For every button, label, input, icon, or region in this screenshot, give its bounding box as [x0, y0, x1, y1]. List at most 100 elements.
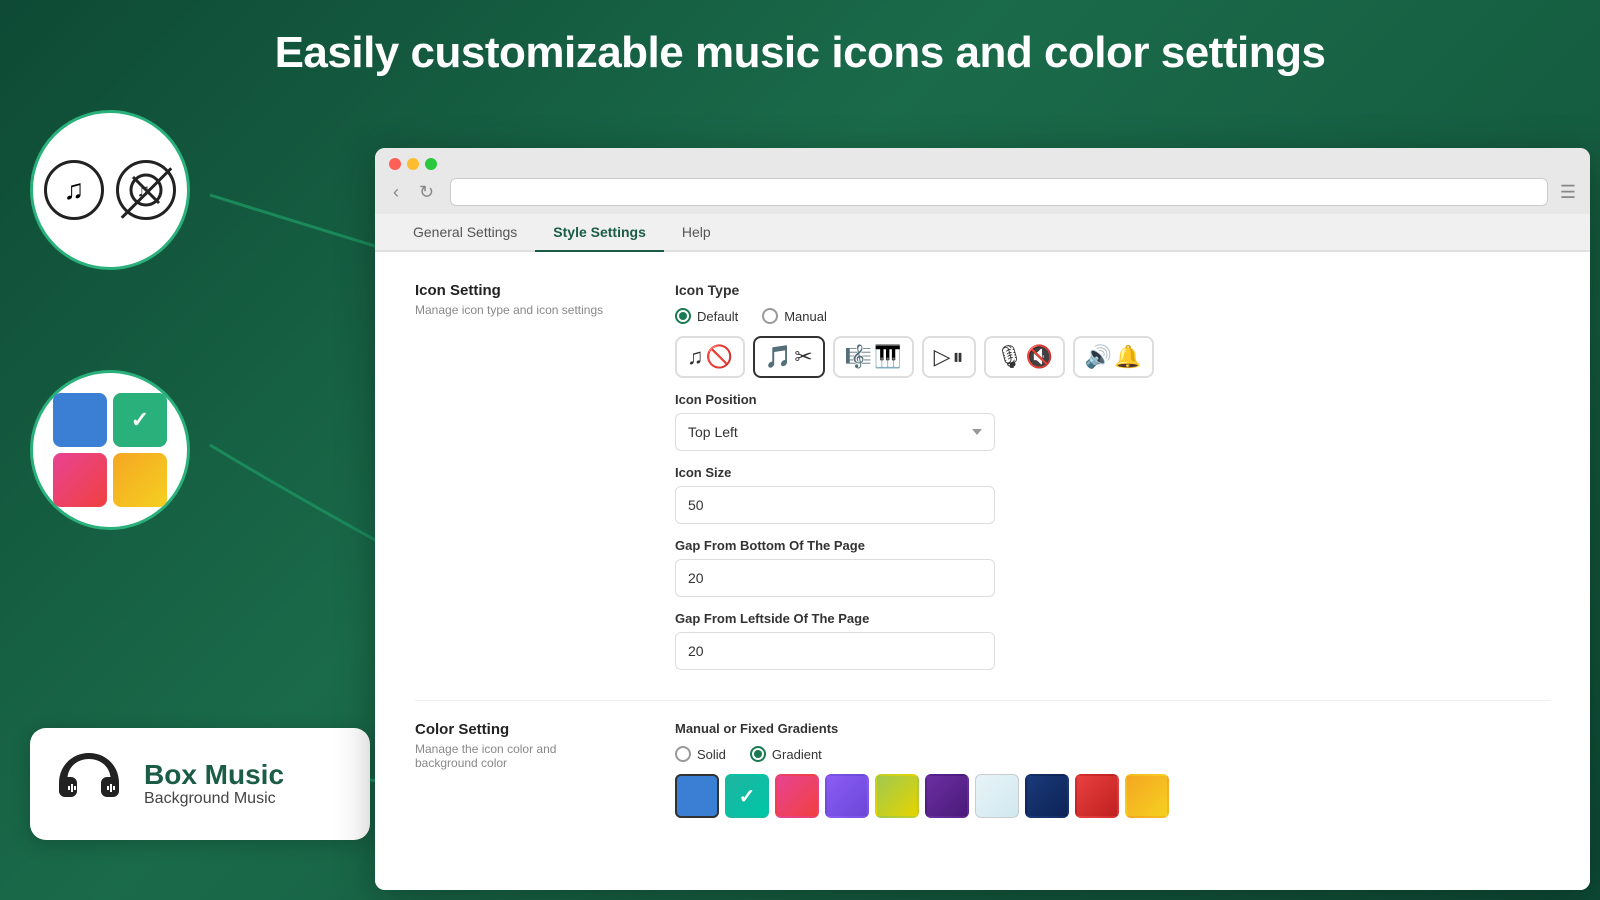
icon-set-1[interactable]: ♫ 🚫 [675, 336, 745, 378]
radio-btn-manual [762, 308, 778, 324]
icon-set-6-mute: 🔔 [1114, 344, 1141, 370]
color-setting-section: Color Setting Manage the icon color and … [415, 721, 1550, 818]
swatch-blue [53, 393, 107, 447]
icon-set-4-pause: ⏸ [952, 344, 963, 370]
icon-type-label: Icon Type [675, 282, 1550, 298]
color-btn-blue[interactable] [675, 774, 719, 818]
no-music-svg: ♫ [129, 173, 163, 207]
icon-set-3-b: 🎹 [874, 344, 901, 370]
color-setting-label: Color Setting Manage the icon color and … [415, 721, 615, 818]
icon-size-input[interactable] [675, 486, 995, 524]
color-btn-gold[interactable] [1125, 774, 1169, 818]
browser-tabs: General Settings Style Settings Help [375, 214, 1590, 252]
icon-set-5[interactable]: 🎙 🔇 [984, 336, 1065, 378]
radio-gradient[interactable]: Gradient [750, 746, 822, 762]
browser-chrome: ‹ ↻ ☰ [375, 148, 1590, 214]
color-setting-content: Manual or Fixed Gradients Solid Gradient [675, 721, 1550, 818]
icon-set-2-note: 🎵 [765, 344, 792, 370]
gradient-radio-group: Solid Gradient [675, 746, 1550, 762]
radio-manual[interactable]: Manual [762, 308, 827, 324]
color-btn-pink[interactable] [775, 774, 819, 818]
icon-set-5-muted: 🔇 [1025, 344, 1052, 370]
gap-left-field-label: Gap From Leftside Of The Page [675, 611, 1550, 626]
icon-set-6[interactable]: 🔊 🔔 [1073, 336, 1154, 378]
radio-default-label: Default [697, 309, 738, 324]
gradient-label: Manual or Fixed Gradients [675, 721, 1550, 736]
swatch-teal: ✓ [113, 393, 167, 447]
music-note-icon: ♫ [44, 160, 104, 220]
icon-setting-content: Icon Type Default Manual [675, 282, 1550, 670]
dot-red[interactable] [389, 158, 401, 170]
color-setting-heading: Color Setting [415, 721, 615, 738]
dot-green[interactable] [425, 158, 437, 170]
icon-set-3-a: 🎼 [845, 344, 872, 370]
icon-set-4-play: ▷ [934, 344, 951, 370]
gap-bottom-field-label: Gap From Bottom Of The Page [675, 538, 1550, 553]
dot-yellow[interactable] [407, 158, 419, 170]
icon-size-field-label: Icon Size [675, 465, 1550, 480]
browser-window: ‹ ↻ ☰ General Settings Style Settings He… [375, 148, 1590, 890]
headphones-svg [54, 748, 124, 808]
tab-style-settings[interactable]: Style Settings [535, 214, 664, 252]
color-btn-green-yellow[interactable] [875, 774, 919, 818]
icon-set-6-vol: 🔊 [1085, 344, 1112, 370]
color-btn-dark-blue[interactable] [1025, 774, 1069, 818]
no-music-icon: ♫ [116, 160, 176, 220]
icon-type-radio-group: Default Manual [675, 308, 1550, 324]
teal-check: ✓ [739, 784, 756, 809]
icon-set-1-note: ♫ [687, 344, 704, 370]
color-btn-teal[interactable]: ✓ [725, 774, 769, 818]
headphones-icon [54, 748, 124, 820]
radio-btn-gradient [750, 746, 766, 762]
box-music-title: Box Music [144, 760, 284, 791]
music-icons-pair: ♫ ♫ [44, 160, 176, 220]
browser-content: Icon Setting Manage icon type and icon s… [375, 252, 1590, 890]
back-button[interactable]: ‹ [389, 180, 403, 205]
radio-manual-label: Manual [784, 309, 827, 324]
box-music-card: Box Music Background Music [30, 728, 370, 840]
address-bar[interactable] [450, 178, 1548, 206]
icon-set-5-mic: 🎙 [996, 344, 1024, 370]
color-swatch-circle: ✓ [30, 370, 190, 530]
music-icon-circle: ♫ ♫ [30, 110, 190, 270]
radio-btn-solid [675, 746, 691, 762]
refresh-button[interactable]: ↻ [415, 180, 438, 205]
radio-solid-label: Solid [697, 747, 726, 762]
menu-icon[interactable]: ☰ [1560, 182, 1576, 203]
radio-solid[interactable]: Solid [675, 746, 726, 762]
browser-toolbar: ‹ ↻ ☰ [389, 178, 1576, 206]
icon-setting-heading: Icon Setting [415, 282, 615, 299]
color-btn-red[interactable] [1075, 774, 1119, 818]
box-music-text: Box Music Background Music [144, 760, 284, 809]
icon-setting-description: Manage icon type and icon settings [415, 303, 615, 317]
icon-position-select[interactable]: Top Left Top Right Bottom Left Bottom Ri… [675, 413, 995, 451]
browser-dots [389, 158, 1576, 170]
icon-set-3[interactable]: 🎼 🎹 [833, 336, 914, 378]
section-divider [415, 700, 1550, 701]
icon-sets: ♫ 🚫 🎵 ✂ 🎼 🎹 ▷ [675, 336, 1550, 378]
color-setting-description: Manage the icon color and background col… [415, 742, 615, 770]
color-btn-purple[interactable] [825, 774, 869, 818]
main-title: Easily customizable music icons and colo… [0, 28, 1600, 78]
tab-help[interactable]: Help [664, 214, 729, 252]
color-btn-dark-purple[interactable] [925, 774, 969, 818]
icon-position-field-label: Icon Position [675, 392, 1550, 407]
tab-general-settings[interactable]: General Settings [395, 214, 535, 252]
radio-btn-default [675, 308, 691, 324]
color-btn-light[interactable] [975, 774, 1019, 818]
icon-set-1-no: 🚫 [706, 344, 733, 370]
swatch-yellow [113, 453, 167, 507]
box-music-subtitle: Background Music [144, 790, 284, 808]
gap-bottom-input[interactable] [675, 559, 995, 597]
radio-default[interactable]: Default [675, 308, 738, 324]
swatch-pink-red [53, 453, 107, 507]
icon-set-2-cross: ✂ [794, 344, 812, 370]
color-grid: ✓ [45, 385, 175, 515]
icon-set-2[interactable]: 🎵 ✂ [753, 336, 825, 378]
gap-left-input[interactable] [675, 632, 995, 670]
icon-set-4[interactable]: ▷ ⏸ [922, 336, 976, 378]
color-swatches-row: ✓ [675, 774, 1550, 818]
icon-setting-section: Icon Setting Manage icon type and icon s… [415, 282, 1550, 670]
icon-setting-label: Icon Setting Manage icon type and icon s… [415, 282, 615, 670]
radio-gradient-label: Gradient [772, 747, 822, 762]
